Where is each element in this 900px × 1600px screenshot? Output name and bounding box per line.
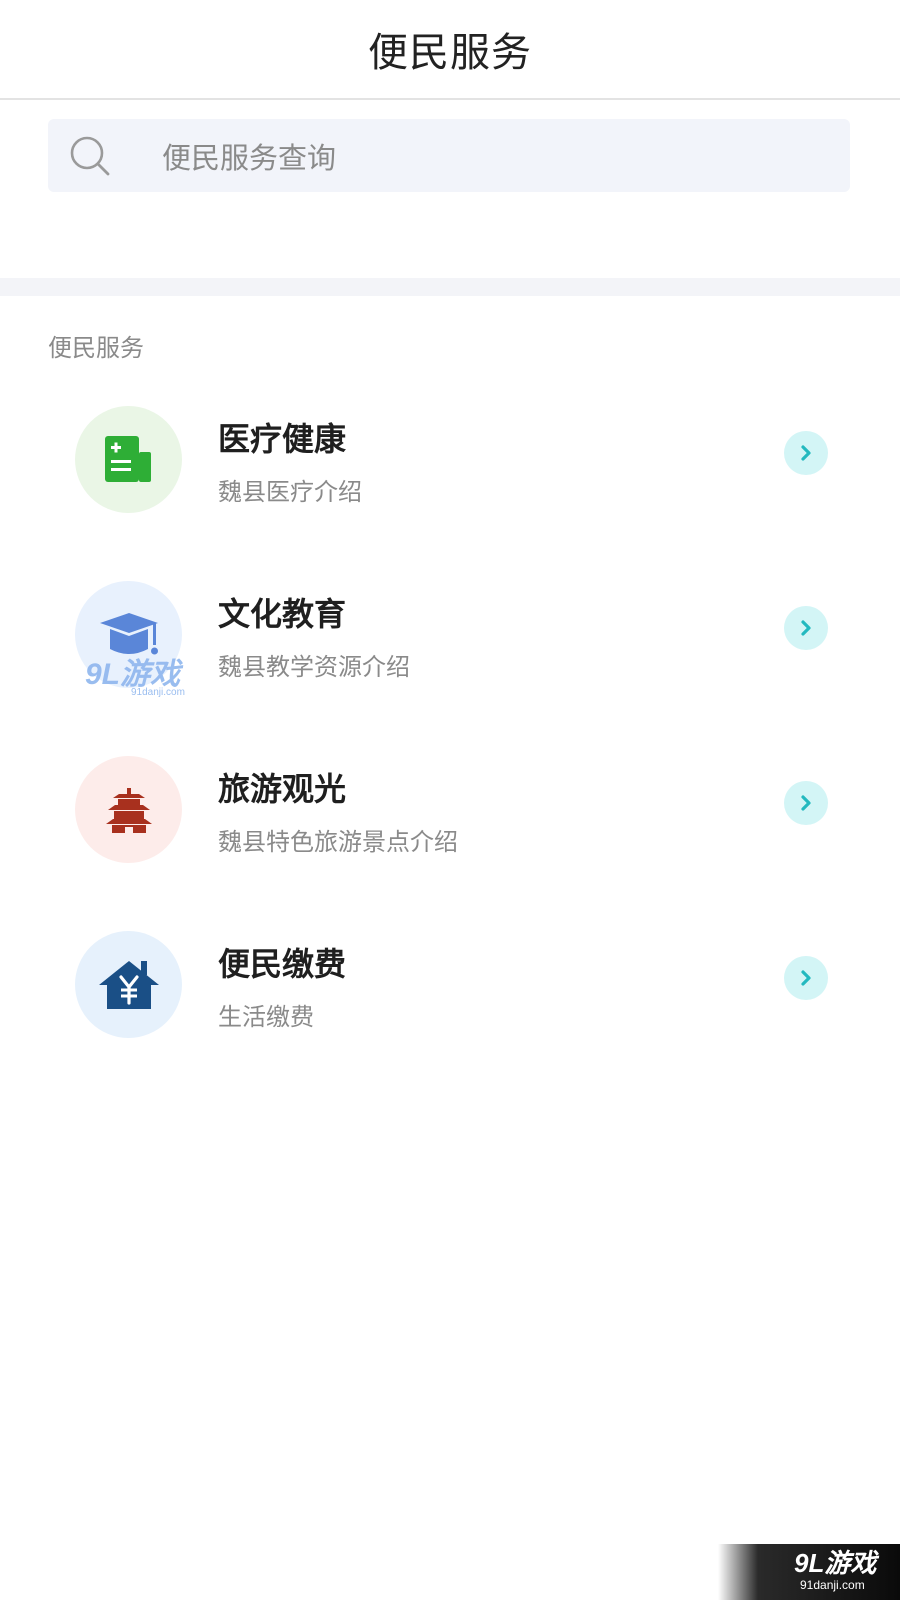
graduation-cap-icon — [99, 612, 158, 654]
search-input[interactable]: 便民服务查询 — [162, 135, 336, 177]
chevron-right-icon[interactable] — [784, 606, 828, 650]
pagoda-icon — [105, 787, 152, 833]
medical-report-icon-badge — [75, 406, 182, 513]
top-bar: 便民服务 — [0, 0, 900, 100]
item-title: 便民缴费 — [218, 945, 347, 983]
search-bar[interactable]: 便民服务查询 — [48, 119, 850, 192]
page: 便民服务 便民服务查询 便民服务 医疗健康 魏县医疗介绍 文化教育 魏县教学资源… — [0, 0, 900, 1600]
chevron-right-icon[interactable] — [784, 956, 828, 1000]
item-subtitle: 魏县教学资源介绍 — [218, 653, 410, 681]
item-subtitle: 生活缴费 — [218, 1003, 314, 1031]
chevron-right-icon[interactable] — [784, 781, 828, 825]
corner-watermark-sub: 91danji.com — [800, 1578, 865, 1592]
corner-watermark-main: 9L游戏 — [794, 1548, 877, 1578]
list-item-convenience-payment[interactable]: 便民缴费 生活缴费 — [0, 925, 900, 1100]
service-list: 医疗健康 魏县医疗介绍 文化教育 魏县教学资源介绍 旅游观光 魏县特色旅游景点介… — [0, 400, 900, 1100]
pagoda-icon-badge — [75, 756, 182, 863]
watermark-sub: 91danji.com — [131, 687, 185, 698]
medical-report-icon — [104, 435, 151, 482]
list-item-medical-health[interactable]: 医疗健康 魏县医疗介绍 — [0, 400, 900, 575]
corner-watermark: 9L游戏 91danji.com — [718, 1544, 900, 1600]
list-item-tourism-sightseeing[interactable]: 旅游观光 魏县特色旅游景点介绍 — [0, 750, 900, 925]
page-title: 便民服务 — [368, 30, 532, 76]
watermark: 9L游戏 91danji.com — [85, 660, 185, 698]
item-title: 文化教育 — [218, 595, 347, 633]
chevron-right-icon[interactable] — [784, 431, 828, 475]
house-yen-icon-badge — [75, 931, 182, 1038]
item-title: 医疗健康 — [218, 420, 347, 458]
search-icon — [70, 136, 110, 175]
item-subtitle: 魏县医疗介绍 — [218, 478, 362, 506]
item-title: 旅游观光 — [218, 770, 347, 808]
section-divider — [0, 278, 900, 296]
item-subtitle: 魏县特色旅游景点介绍 — [218, 828, 458, 856]
section-title: 便民服务 — [48, 334, 144, 362]
house-yen-icon — [98, 960, 159, 1009]
